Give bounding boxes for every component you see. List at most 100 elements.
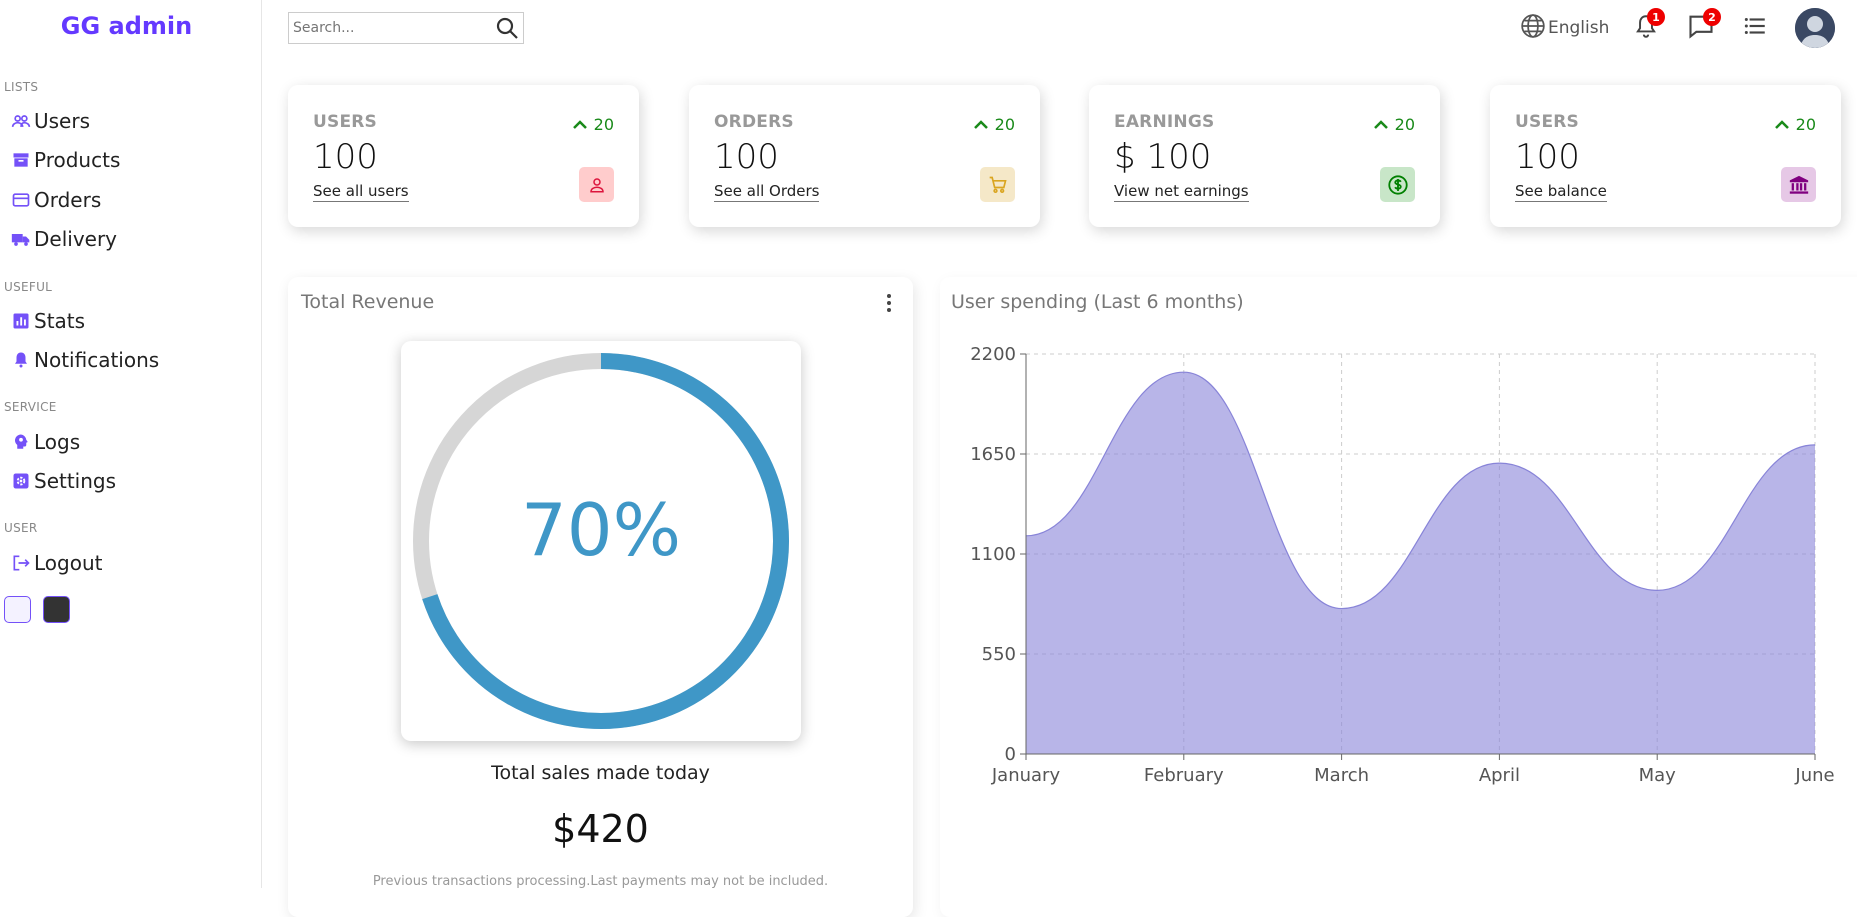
widget-amount: 100 <box>714 137 779 177</box>
sidebar-item-label: Notifications <box>34 348 160 372</box>
widget-diff: 20 <box>1795 115 1816 134</box>
search-box <box>288 12 524 44</box>
widget-users: USERS 100 See all users 20 <box>288 85 639 227</box>
widget-link[interactable]: See all users <box>313 182 409 202</box>
progress-chart: 70% <box>401 341 801 741</box>
bell-icon <box>10 349 32 371</box>
widget-diff: 20 <box>1394 115 1415 134</box>
credit-card-icon <box>10 189 32 211</box>
widget-title: USERS <box>313 112 377 132</box>
widget-diff: 20 <box>593 115 614 134</box>
sidebar-item-label: Stats <box>34 309 86 333</box>
widget-percentage: 20 <box>1774 115 1816 134</box>
widget-percentage: 20 <box>1373 115 1415 134</box>
dollar-icon <box>1380 167 1415 202</box>
sidebar-item-stats[interactable]: Stats <box>10 306 85 336</box>
x-tick-label: May <box>1639 765 1677 786</box>
section-title-lists: LISTS <box>4 80 39 94</box>
widget-balance: USERS 100 See balance 20 <box>1490 85 1841 227</box>
y-tick-label: 550 <box>982 644 1016 665</box>
topbar: English 1 2 <box>262 0 1857 56</box>
sidebar-item-label: Delivery <box>34 227 118 251</box>
x-tick-label: March <box>1314 765 1369 786</box>
search-input[interactable] <box>289 13 491 43</box>
sidebar-item-users[interactable]: Users <box>10 106 90 136</box>
sidebar-item-settings[interactable]: Settings <box>10 466 116 496</box>
theme-dark-option[interactable] <box>43 596 70 623</box>
chart-card: User spending (Last 6 months) 0 550 1100 16… <box>940 277 1857 917</box>
language-selector[interactable]: English <box>1520 10 1609 46</box>
search-icon[interactable] <box>491 13 523 43</box>
person-icon <box>579 167 614 202</box>
x-tick-label: June <box>1794 765 1834 786</box>
sidebar-item-label: Orders <box>34 188 102 212</box>
x-tick-label: February <box>1144 765 1224 786</box>
x-tick-label: April <box>1479 765 1520 786</box>
widget-link[interactable]: See all Orders <box>714 182 820 202</box>
y-tick-label: 0 <box>1005 744 1016 765</box>
widget-title: EARNINGS <box>1114 112 1215 132</box>
sidebar-item-label: Products <box>34 148 121 172</box>
cart-icon <box>980 167 1015 202</box>
brain-icon <box>10 431 32 453</box>
settings-icon <box>10 470 32 492</box>
widget-earnings: EARNINGS $ 100 View net earnings 20 <box>1089 85 1440 227</box>
messages-counter: 2 <box>1703 8 1721 26</box>
logo[interactable]: GG admin <box>0 12 253 40</box>
sidebar-item-notifications[interactable]: Notifications <box>10 345 159 375</box>
x-tick-label: January <box>991 765 1061 786</box>
section-title-user: USER <box>4 521 38 535</box>
widget-percentage: 20 <box>973 115 1015 134</box>
arrow-up-icon <box>973 115 989 134</box>
area-chart: 0 550 1100 1650 2200 January February March Apri… <box>970 344 1834 786</box>
widget-amount: 100 <box>313 137 378 177</box>
sidebar-item-label: Logs <box>34 430 81 454</box>
bank-icon <box>1781 167 1816 202</box>
sidebar: GG admin LISTS Users Products Orders Del… <box>0 0 262 888</box>
featured-revenue-card: Total Revenue 70% Total sales made today… <box>288 277 913 917</box>
sidebar-item-delivery[interactable]: Delivery <box>10 224 117 254</box>
y-tick-label: 2200 <box>970 344 1016 365</box>
widget-amount: $ 100 <box>1114 137 1212 177</box>
widget-orders: ORDERS 100 See all Orders 20 <box>689 85 1040 227</box>
list-menu-button[interactable] <box>1742 10 1768 46</box>
featured-description: Previous transactions processing.Last pa… <box>372 874 829 889</box>
notifications-button[interactable]: 1 <box>1633 8 1665 46</box>
people-icon <box>10 110 32 132</box>
widget-percentage: 20 <box>572 115 614 134</box>
widget-link[interactable]: See balance <box>1515 182 1607 202</box>
section-title-service: SERVICE <box>4 400 57 414</box>
progress-label: 70% <box>520 488 682 572</box>
sidebar-item-orders[interactable]: Orders <box>10 185 101 215</box>
area-fill <box>1026 372 1815 754</box>
y-tick-label: 1100 <box>970 544 1016 565</box>
sidebar-item-products[interactable]: Products <box>10 145 120 175</box>
widget-diff: 20 <box>994 115 1015 134</box>
widget-amount: 100 <box>1515 137 1580 177</box>
sidebar-item-label: Logout <box>34 551 103 575</box>
sidebar-item-label: Settings <box>34 469 117 493</box>
featured-subtitle: Total sales made today <box>491 762 710 784</box>
sidebar-item-logs[interactable]: Logs <box>10 427 80 457</box>
sidebar-item-label: Users <box>34 109 91 133</box>
archive-icon <box>10 149 32 171</box>
arrow-up-icon <box>572 115 588 134</box>
widget-title: ORDERS <box>714 112 794 132</box>
sidebar-item-logout[interactable]: Logout <box>10 548 102 578</box>
section-title-useful: USEFUL <box>4 280 53 294</box>
messages-button[interactable]: 2 <box>1687 8 1721 46</box>
bar-chart-icon <box>10 310 32 332</box>
globe-icon <box>1520 13 1546 43</box>
theme-light-option[interactable] <box>4 596 31 623</box>
logout-icon <box>10 552 32 574</box>
more-vert-icon[interactable] <box>879 291 899 315</box>
widget-title: USERS <box>1515 112 1579 132</box>
language-label: English <box>1548 18 1610 38</box>
widget-link[interactable]: View net earnings <box>1114 182 1249 202</box>
truck-icon <box>10 228 32 250</box>
arrow-up-icon <box>1373 115 1389 134</box>
arrow-up-icon <box>1774 115 1790 134</box>
list-icon <box>1742 13 1768 43</box>
avatar[interactable] <box>1795 8 1835 48</box>
notifications-counter: 1 <box>1647 8 1665 26</box>
